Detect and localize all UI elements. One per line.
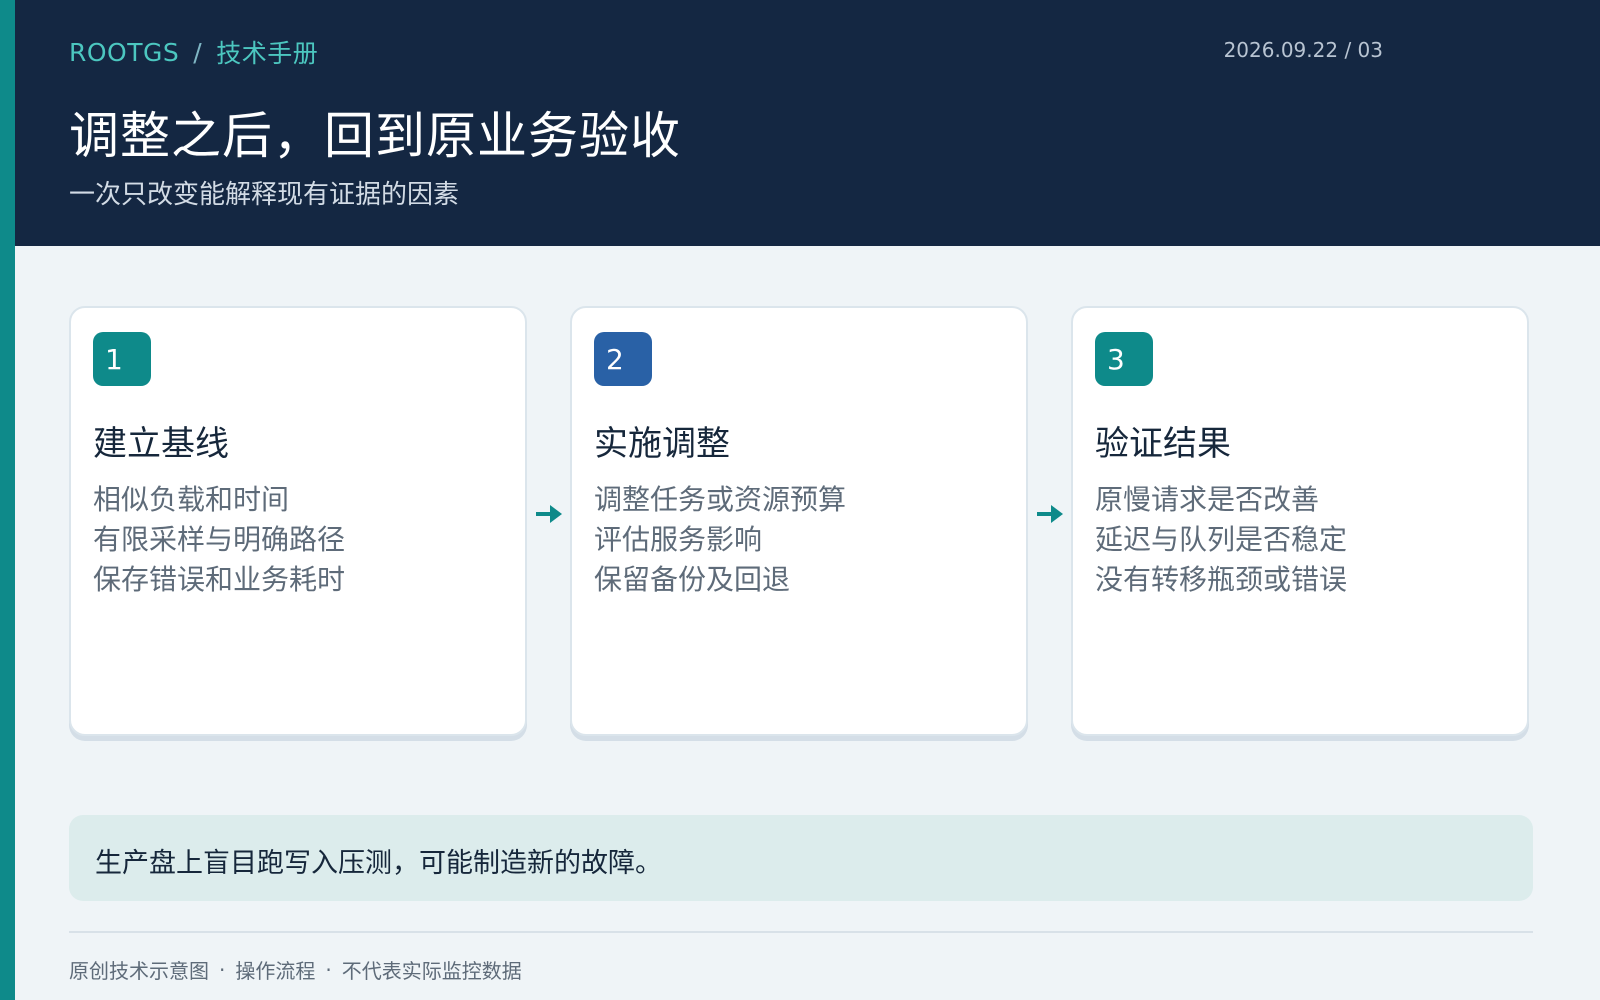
- step-detail-item: 评估服务影响: [594, 523, 763, 556]
- step-number-badge: 2: [594, 332, 652, 386]
- footer-separator: ·: [325, 957, 332, 982]
- step-number-badge: 3: [1095, 332, 1153, 386]
- step-detail-item: 相似负载和时间: [93, 483, 290, 516]
- arrow-right-icon: [536, 505, 562, 523]
- footer-divider: [69, 931, 1533, 933]
- breadcrumb-brand: ROOTGS: [69, 37, 180, 67]
- step-details: 原慢请求是否改善 延迟与队列是否稳定 没有转移瓶颈或错误: [1095, 480, 1347, 600]
- footer-item: 原创技术示意图: [69, 959, 209, 983]
- page-header: ROOTGS / 技术手册 2026.09.22 / 03 调整之后，回到原业务…: [15, 0, 1600, 246]
- step-card-1: 1 建立基线 相似负载和时间 有限采样与明确路径 保存错误和业务耗时: [69, 306, 527, 736]
- breadcrumb: ROOTGS / 技术手册: [69, 34, 318, 70]
- step-title: 验证结果: [1095, 424, 1231, 464]
- footer-separator: ·: [219, 957, 226, 982]
- step-card-2: 2 实施调整 调整任务或资源预算 评估服务影响 保留备份及回退: [570, 306, 1028, 736]
- step-detail-item: 调整任务或资源预算: [594, 483, 847, 516]
- left-accent-bar: [0, 0, 15, 1000]
- step-title: 实施调整: [594, 424, 730, 464]
- warning-note: 生产盘上盲目跑写入压测，可能制造新的故障。: [69, 815, 1533, 901]
- step-detail-item: 没有转移瓶颈或错误: [1095, 563, 1348, 596]
- steps-row: 1 建立基线 相似负载和时间 有限采样与明确路径 保存错误和业务耗时 2 实施调…: [69, 306, 1533, 738]
- breadcrumb-separator: /: [193, 37, 203, 67]
- footer-item: 不代表实际监控数据: [341, 959, 522, 983]
- step-number-badge: 1: [93, 332, 151, 386]
- page-subtitle: 一次只改变能解释现有证据的因素: [69, 180, 460, 210]
- breadcrumb-section: 技术手册: [216, 39, 319, 68]
- step-detail-item: 保存错误和业务耗时: [93, 563, 346, 596]
- footer-item: 操作流程: [235, 959, 316, 983]
- step-details: 调整任务或资源预算 评估服务影响 保留备份及回退: [594, 480, 846, 600]
- footer: 原创技术示意图 · 操作流程 · 不代表实际监控数据: [69, 955, 522, 984]
- step-details: 相似负载和时间 有限采样与明确路径 保存错误和业务耗时: [93, 480, 345, 600]
- date-page-indicator: 2026.09.22 / 03: [1223, 38, 1383, 62]
- step-card-3: 3 验证结果 原慢请求是否改善 延迟与队列是否稳定 没有转移瓶颈或错误: [1071, 306, 1529, 736]
- step-detail-item: 保留备份及回退: [594, 563, 791, 596]
- step-detail-item: 原慢请求是否改善: [1095, 483, 1320, 516]
- warning-note-text: 生产盘上盲目跑写入压测，可能制造新的故障。: [95, 848, 662, 879]
- step-title: 建立基线: [93, 424, 229, 464]
- page-title: 调整之后，回到原业务验收: [69, 107, 681, 165]
- arrow-right-icon: [1037, 505, 1063, 523]
- step-detail-item: 有限采样与明确路径: [93, 523, 346, 556]
- step-detail-item: 延迟与队列是否稳定: [1095, 523, 1348, 556]
